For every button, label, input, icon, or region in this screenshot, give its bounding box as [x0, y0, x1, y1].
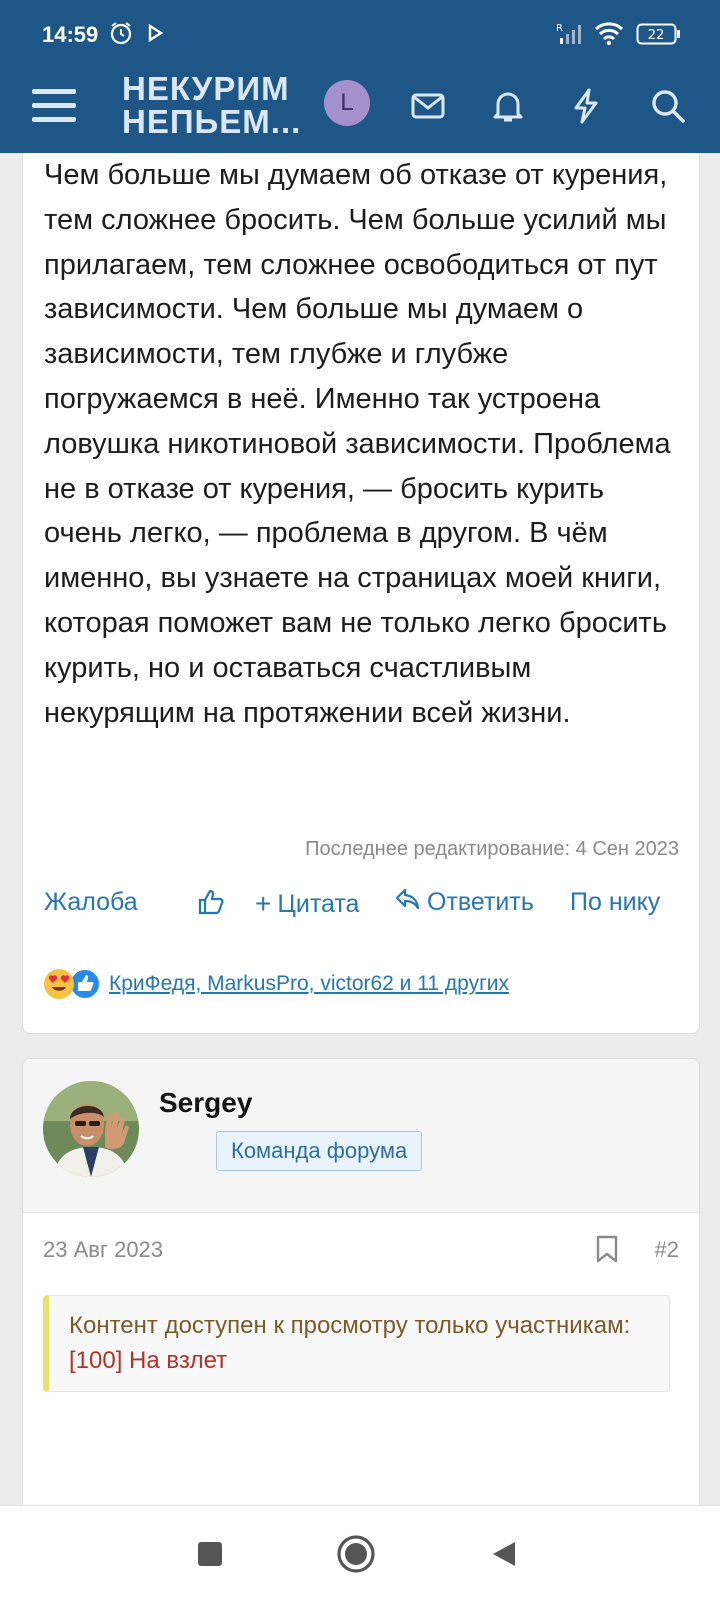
author-name[interactable]: Sergey: [159, 1087, 252, 1119]
like-button[interactable]: [197, 888, 225, 923]
site-logo[interactable]: НЕКУРИМ НЕПЬЕМ...: [122, 72, 301, 138]
recents-icon[interactable]: [190, 1534, 230, 1574]
last-edited: Последнее редактирование: 4 Сен 2023: [305, 838, 679, 860]
report-button[interactable]: Жалоба: [44, 888, 138, 917]
system-nav-bar: [0, 1505, 720, 1601]
svg-text:R: R: [556, 23, 563, 34]
lightning-icon[interactable]: [558, 78, 614, 134]
post-date[interactable]: 23 Авг 2023: [43, 1237, 163, 1263]
logo-line2: НЕПЬЕМ...: [122, 103, 302, 140]
post-card: Чем больше мы думаем об отказе от курени…: [22, 153, 700, 1034]
app-header: НЕКУРИМ НЕПЬЕМ... L: [0, 68, 720, 153]
notice-text: Контент доступен к просмотру только учас…: [69, 1308, 659, 1378]
reactions-bar[interactable]: КриФедя, MarkusPro, victor62 и 11 других: [43, 967, 509, 1001]
by-nick-button[interactable]: По нику: [570, 888, 660, 917]
search-icon[interactable]: [640, 78, 696, 134]
svg-text:22: 22: [648, 28, 665, 43]
author-avatar[interactable]: [43, 1081, 139, 1177]
post-author-header: Sergey Команда форума: [23, 1059, 699, 1213]
logo-line1: НЕКУРИМ: [122, 70, 290, 107]
post-number[interactable]: #2: [655, 1237, 679, 1263]
notice-group-link[interactable]: [100] На взлет: [69, 1347, 227, 1374]
status-bar: 14:59 R 22: [0, 0, 720, 68]
post-actions: Жалоба + Цитата Ответить По нику: [23, 888, 699, 928]
plus-icon: +: [255, 888, 272, 919]
reactions-users-link[interactable]: КриФедя, MarkusPro, victor62 и 11 других: [109, 972, 509, 996]
top-bar: 14:59 R 22 НЕКУРИМ НЕПЬЕМ... L: [0, 0, 720, 153]
back-icon[interactable]: [484, 1534, 524, 1574]
status-time: 14:59: [42, 22, 99, 47]
alarm-icon: [108, 20, 134, 51]
heart-eyes-emoji-icon: [43, 968, 75, 1000]
home-icon[interactable]: [334, 1532, 378, 1576]
post-body: Чем больше мы думаем об отказе от курени…: [44, 159, 671, 729]
battery-icon: 22: [636, 22, 682, 51]
mail-icon[interactable]: [400, 78, 456, 134]
reply-label: Ответить: [427, 888, 534, 916]
bookmark-icon[interactable]: [595, 1235, 619, 1268]
restricted-content-notice: Контент доступен к просмотру только учас…: [43, 1295, 670, 1392]
user-avatar[interactable]: L: [324, 80, 370, 126]
report-label: Жалоба: [44, 888, 138, 916]
reply-icon: [395, 888, 421, 917]
quote-label: Цитата: [277, 889, 360, 918]
bell-icon[interactable]: [480, 78, 536, 134]
signal-icon: R: [556, 22, 586, 51]
play-icon: [148, 23, 164, 47]
role-badge: Команда форума: [216, 1131, 423, 1171]
notice-prefix: Контент доступен к просмотру только учас…: [69, 1312, 631, 1339]
wifi-icon: [594, 20, 624, 51]
by-nick-label: По нику: [570, 888, 661, 916]
post-card-2: Sergey Команда форума 23 Авг 2023 #2 Кон…: [22, 1058, 700, 1520]
thumbs-up-icon: [197, 888, 225, 923]
menu-icon[interactable]: [26, 78, 82, 134]
quote-button[interactable]: + Цитата: [255, 888, 359, 920]
reply-button[interactable]: Ответить: [395, 888, 534, 917]
